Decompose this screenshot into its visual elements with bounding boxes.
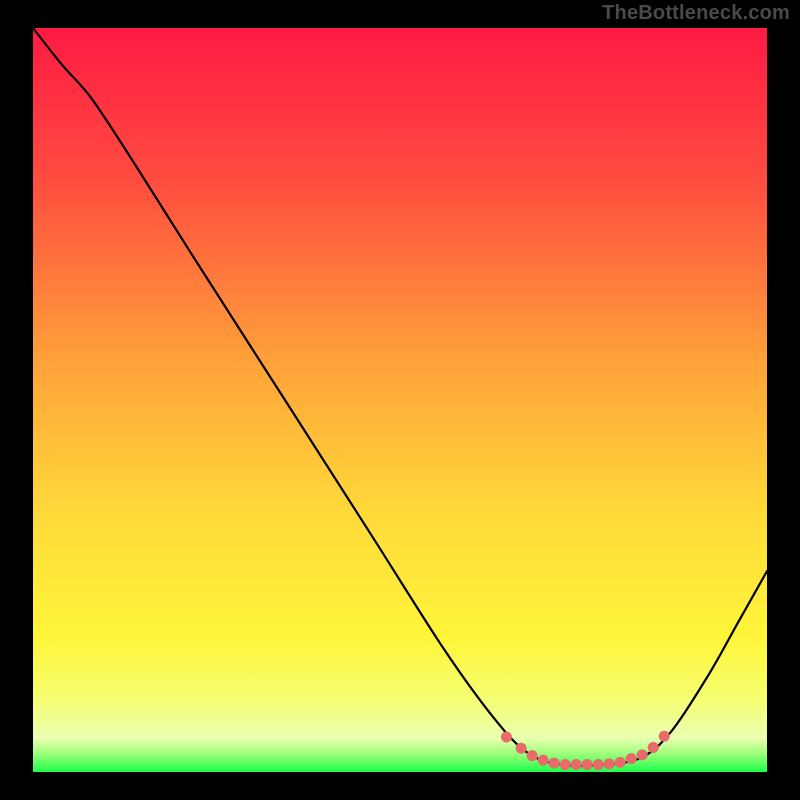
optimal-marker <box>527 750 538 761</box>
optimal-marker <box>538 755 549 766</box>
chart-stage: TheBottleneck.com <box>0 0 800 800</box>
optimal-marker <box>637 749 648 760</box>
optimal-marker <box>516 743 527 754</box>
chart-svg <box>0 0 800 800</box>
optimal-marker <box>659 731 670 742</box>
chart-gradient-rect <box>33 28 767 772</box>
optimal-marker <box>549 758 560 769</box>
optimal-marker <box>626 753 637 764</box>
optimal-marker <box>560 759 571 770</box>
optimal-marker <box>648 742 659 753</box>
optimal-marker <box>582 759 593 770</box>
optimal-marker <box>501 732 512 743</box>
optimal-marker <box>604 758 615 769</box>
optimal-marker <box>593 759 604 770</box>
optimal-marker <box>571 759 582 770</box>
optimal-marker <box>615 757 626 768</box>
